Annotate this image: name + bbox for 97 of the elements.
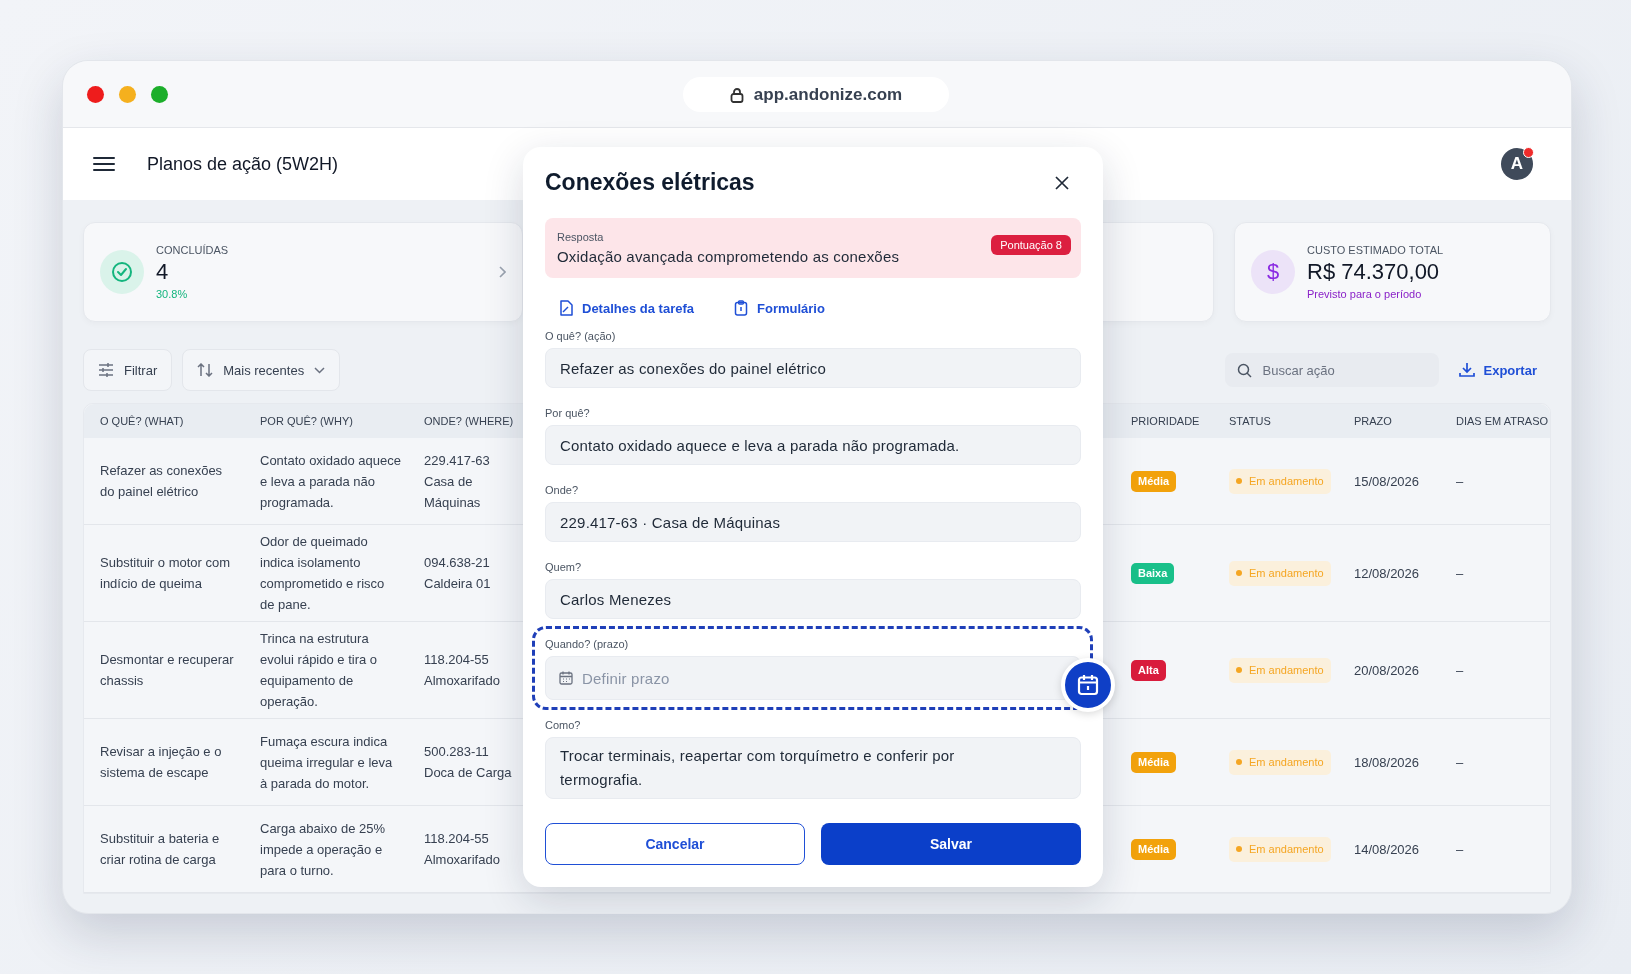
table-cell-text: Desmontar e recuperar chassis (100, 651, 235, 690)
table-cell-text: Almoxarifado (424, 851, 501, 869)
stat-note: Previsto para o período (1307, 288, 1423, 300)
table-cell-text: Trinca na estrutura evolui rápido e tira o equipamento de operação. (260, 630, 379, 711)
response-label: Resposta (557, 231, 605, 243)
search-field[interactable]: Buscar ação (1224, 353, 1439, 387)
table-cell-text: Caldeira 01 (424, 575, 492, 593)
field-label: Quando? (prazo) (545, 638, 630, 650)
table-cell-text: Casa de Máquinas (424, 472, 482, 512)
table-cell-text: 118.204-55 (424, 651, 490, 669)
tab-link[interactable]: Formulário (734, 300, 825, 316)
download-icon (1458, 362, 1475, 378)
response-text: Oxidação avançada comprometendo as conexões (557, 248, 900, 265)
tab-link[interactable]: Detalhes da tarefa (559, 300, 694, 316)
input-field[interactable]: Contato oxidado aquece e leva a parada não programada. (545, 425, 1081, 465)
field-label: Por quê? (545, 407, 591, 419)
field-label: Como? (545, 719, 582, 731)
table-cell-text: Doca de Carga (424, 764, 513, 782)
status-badge: Em andamento (1229, 560, 1331, 586)
page-title: Planos de ação (5W2H) (147, 153, 340, 175)
close-icon[interactable] (1055, 175, 1069, 190)
score-badge: Pontuação 8 (991, 235, 1071, 255)
status-badge: Em andamento (1229, 836, 1331, 862)
table-cell-text: – (1456, 564, 1465, 583)
chevron-down-icon (314, 366, 326, 374)
priority-badge: Média (1131, 751, 1177, 773)
table-cell-text: Substituir o motor com indício de queima (100, 554, 232, 593)
column-header: POR QUÊ? (WHY) (259, 415, 354, 427)
table-cell-text: 500.283-11 (424, 743, 490, 761)
table-cell-text: 14/08/2026 (1354, 840, 1421, 859)
table-cell-text: – (1456, 840, 1465, 859)
table-cell-text: 229.417-63 (424, 451, 491, 470)
table-cell-text: 18/08/2026 (1354, 753, 1421, 772)
chevron-right-icon[interactable] (498, 266, 506, 278)
table-cell-text: Almoxarifado (424, 672, 501, 690)
column-header: O QUÊ? (WHAT) (99, 415, 185, 427)
stat-value: 4 (156, 259, 170, 285)
priority-badge: Alta (1131, 659, 1166, 681)
table-cell-text: 094.638-21 (424, 554, 491, 572)
filter-button[interactable]: Filtrar (83, 349, 173, 391)
column-header: ONDE? (WHERE) (423, 415, 515, 427)
table-cell-text: 15/08/2026 (1354, 472, 1421, 491)
column-header: STATUS (1228, 415, 1272, 427)
search-icon (1236, 363, 1252, 378)
input-field[interactable]: 229.417-63 · Casa de Máquinas (545, 502, 1081, 542)
priority-badge: Baixa (1131, 562, 1175, 584)
status-badge: Em andamento (1229, 657, 1331, 683)
cancel-button[interactable]: Cancelar (545, 823, 805, 865)
save-button[interactable]: Salvar (821, 823, 1081, 865)
export-link[interactable]: Exportar (1458, 362, 1537, 378)
text-area[interactable]: Trocar terminais, reapertar com torquímetro e conferir por termografia. (545, 737, 1081, 799)
close-window-icon[interactable] (87, 85, 104, 103)
table-cell-text: Contato oxidado aquece e leva a parada não programada. (260, 451, 402, 512)
table-cell-text: – (1456, 472, 1465, 491)
document-icon (559, 300, 573, 316)
sort-dropdown[interactable]: Mais recentes (182, 349, 341, 391)
sort-icon (197, 363, 214, 377)
dialog-title: Conexões elétricas (545, 169, 755, 196)
maximize-window-icon[interactable] (151, 85, 168, 103)
table-cell-text: 12/08/2026 (1354, 564, 1421, 583)
column-header: PRIORIDADE (1130, 415, 1201, 427)
lock-icon (729, 86, 744, 103)
check-circle-icon (111, 261, 133, 283)
table-cell-text: Refazer as conexões do painel elétrico (100, 462, 224, 501)
date-field[interactable]: Definir prazo (545, 656, 1081, 700)
priority-badge: Média (1131, 470, 1177, 492)
priority-badge: Média (1131, 838, 1177, 860)
table-cell-text: Substituir a bateria e criar rotina de carga (100, 830, 221, 869)
field-label: Quem? (545, 561, 583, 573)
status-badge: Em andamento (1229, 749, 1331, 775)
menu-icon[interactable] (93, 156, 115, 172)
field-label: Onde? (545, 484, 580, 496)
stat-value: R$ 74.370,00 (1307, 259, 1441, 285)
table-cell-text: – (1456, 753, 1465, 772)
input-field[interactable]: Refazer as conexões do painel elétrico (545, 348, 1081, 388)
clipboard-icon (734, 300, 748, 316)
stat-label: CONCLUÍDAS (156, 244, 230, 256)
table-cell-text: Fumaça escura indica queima irregular e leva à parada do motor. (260, 732, 394, 793)
table-cell-text: Revisar a injeção e o sistema de escape (100, 743, 223, 782)
dollar-icon: $ (1266, 259, 1280, 285)
avatar[interactable]: A (1501, 148, 1533, 180)
table-cell-text: Odor de queimado indica isolamento comprometido e risco de pane. (260, 533, 386, 614)
table-cell-text: – (1456, 661, 1465, 680)
column-header: PRAZO (1353, 415, 1393, 427)
sliders-icon (98, 363, 114, 377)
address-bar[interactable]: app.andonize.com (683, 77, 949, 112)
stat-label: CUSTO ESTIMADO TOTAL (1307, 244, 1445, 256)
table-cell-text: Carga abaixo de 25% impede a operação e para o turno. (260, 819, 387, 880)
field-label: O quê? (ação) (545, 330, 617, 342)
table-cell-text: 118.204-55 (424, 830, 490, 848)
input-field[interactable]: Carlos Menezes (545, 579, 1081, 619)
stat-note: 30.8% (156, 288, 189, 300)
status-badge: Em andamento (1229, 468, 1331, 494)
column-header: DIAS EM ATRASO (1455, 415, 1550, 427)
table-cell-text: 20/08/2026 (1354, 661, 1421, 680)
calendar-icon (1077, 674, 1099, 696)
calendar-icon (559, 671, 573, 685)
